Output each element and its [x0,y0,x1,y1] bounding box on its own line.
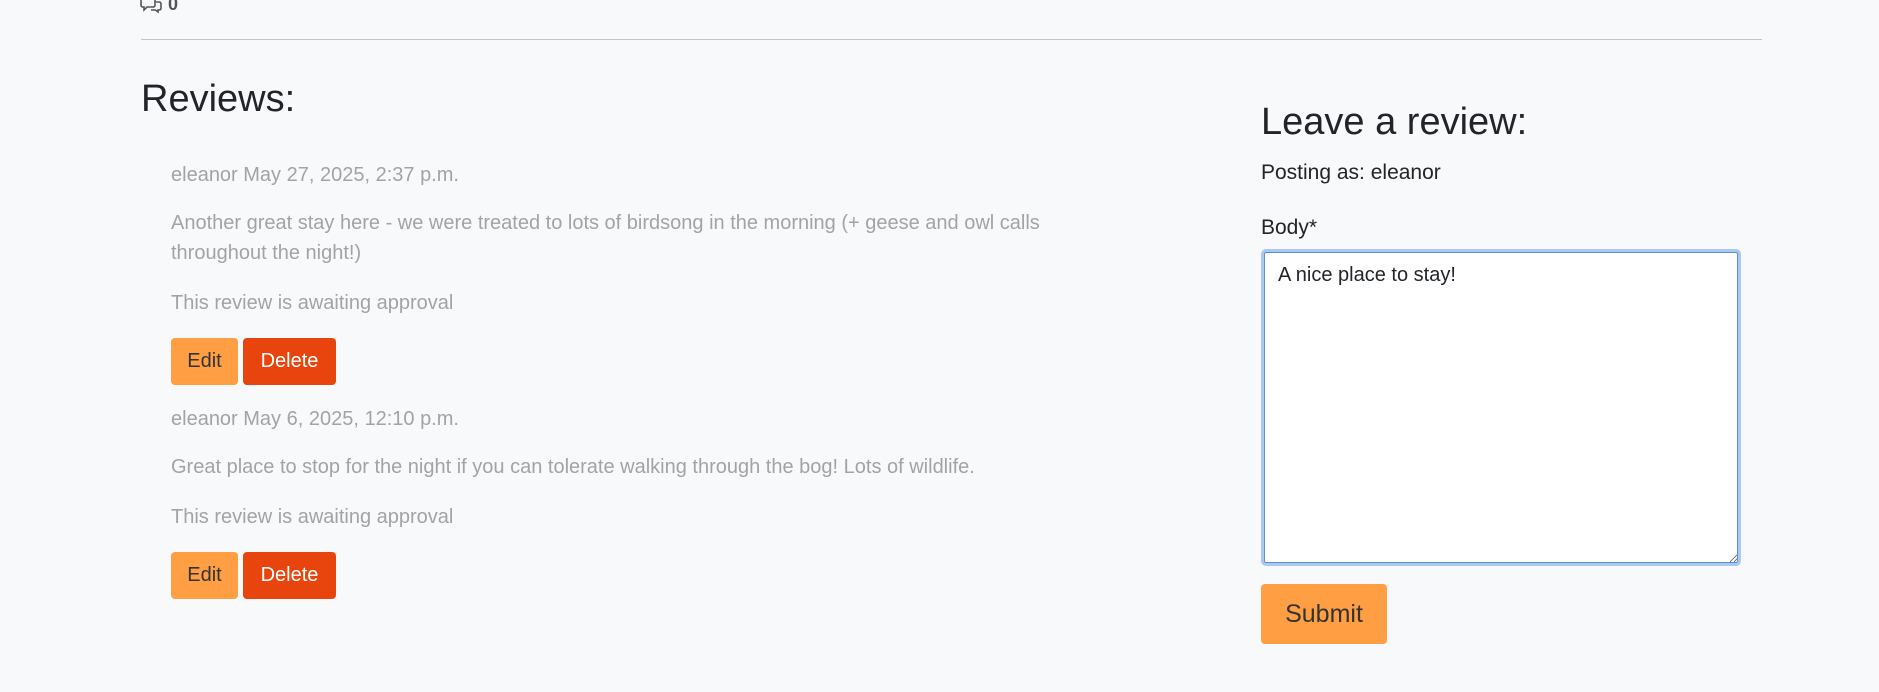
body-label: Body* [1261,216,1318,239]
delete-button[interactable]: Delete [243,552,336,599]
comment-count: 0 [140,0,178,15]
edit-button[interactable]: Edit [171,338,238,385]
review-status: This review is awaiting approval [171,506,454,528]
review-status: This review is awaiting approval [171,292,454,314]
body-textarea[interactable]: A nice place to stay! [1261,249,1741,566]
review-body: Another great stay here - we were treate… [171,212,1040,264]
reviews-heading: Reviews: [141,78,296,120]
review-item: eleanor May 6, 2025, 12:10 p.m. Great pl… [171,404,1131,599]
divider [141,39,1762,40]
review-actions: Edit Delete [171,338,1131,385]
delete-button[interactable]: Delete [243,338,336,385]
review-form: Leave a review: Posting as: eleanor Body… [1261,98,1741,644]
submit-button[interactable]: Submit [1261,584,1387,644]
review-item: eleanor May 27, 2025, 2:37 p.m. Another … [171,160,1131,385]
comment-count-value: 0 [168,0,179,14]
form-heading: Leave a review: [1261,101,1528,143]
review-meta: eleanor May 6, 2025, 12:10 p.m. [171,408,459,430]
edit-button[interactable]: Edit [171,552,238,599]
page: 0 Reviews: eleanor May 27, 2025, 2:37 p.… [0,0,1879,692]
review-meta: eleanor May 27, 2025, 2:37 p.m. [171,164,459,186]
chat-bubbles-icon [140,0,162,14]
review-list: eleanor May 27, 2025, 2:37 p.m. Another … [171,160,1131,618]
review-actions: Edit Delete [171,552,1131,599]
posting-as-text: Posting as: eleanor [1261,161,1441,184]
review-body: Great place to stop for the night if you… [171,456,975,478]
